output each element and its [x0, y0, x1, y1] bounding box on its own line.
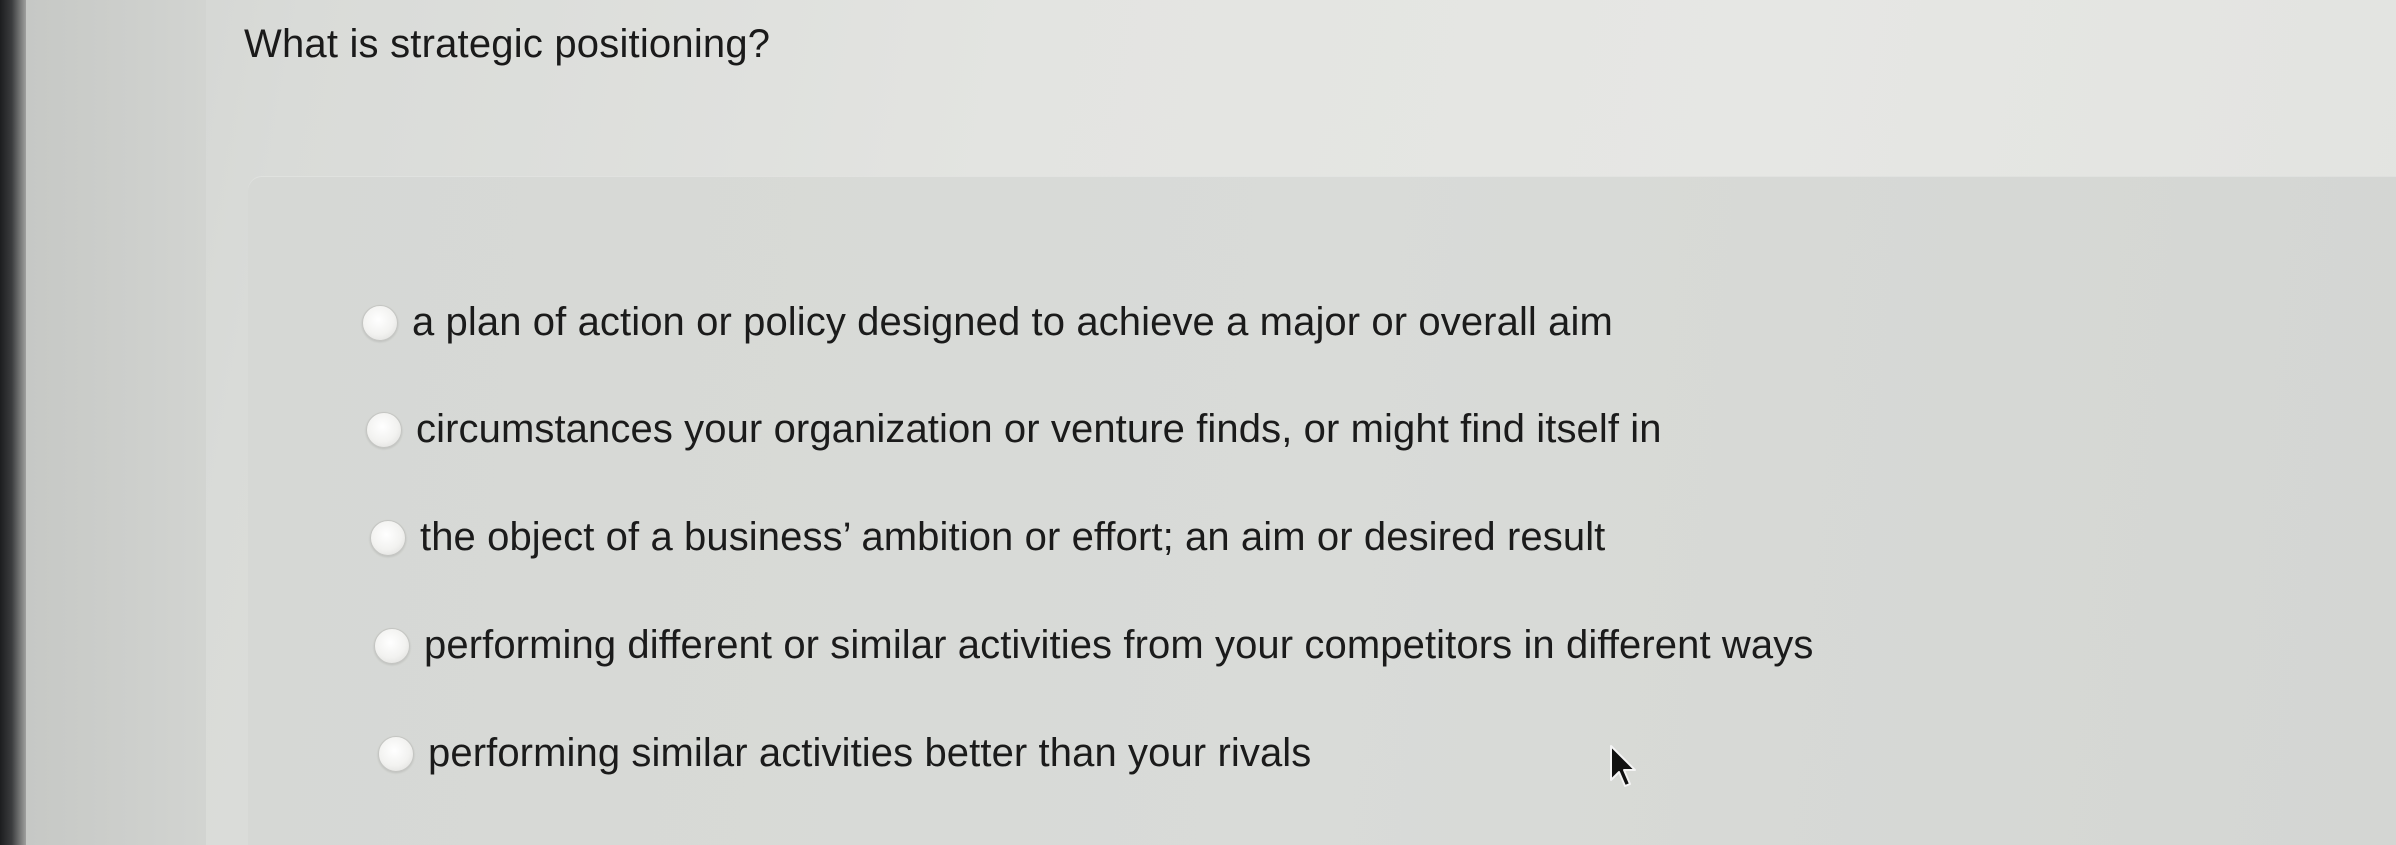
radio-button-icon[interactable] — [378, 735, 414, 772]
answer-option-3[interactable]: the object of a business’ ambition or ef… — [370, 515, 1605, 560]
answer-option-1[interactable]: a plan of action or policy designed to a… — [362, 300, 1613, 345]
radio-button-icon[interactable] — [366, 411, 402, 448]
left-margin — [26, 0, 206, 845]
answer-option-label: the object of a business’ ambition or ef… — [420, 515, 1606, 559]
radio-button-icon[interactable] — [370, 519, 406, 556]
answer-option-5[interactable]: performing similar activities better tha… — [378, 731, 1311, 776]
answer-option-label: a plan of action or policy designed to a… — [412, 300, 1613, 344]
answer-option-2[interactable]: circumstances your organization or ventu… — [366, 407, 1662, 452]
answer-option-label: circumstances your organization or ventu… — [416, 407, 1662, 451]
answer-option-4[interactable]: performing different or similar activiti… — [374, 623, 1813, 668]
mouse-pointer-icon — [1610, 745, 1636, 787]
radio-button-icon[interactable] — [374, 627, 410, 664]
answer-option-label: performing similar activities better tha… — [428, 731, 1312, 775]
screen-bezel — [0, 0, 26, 845]
answer-option-label: performing different or similar activiti… — [424, 623, 1814, 667]
question-text: What is strategic positioning? — [244, 22, 771, 66]
radio-button-icon[interactable] — [362, 304, 398, 341]
